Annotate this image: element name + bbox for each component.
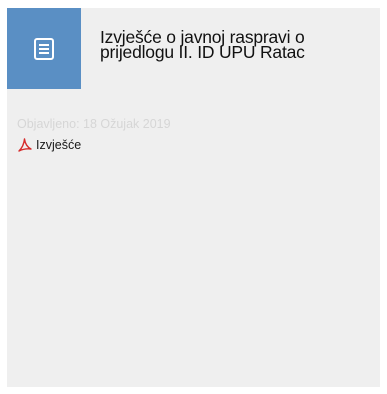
published-date: Objavljeno: 18 Ožujak 2019 xyxy=(17,117,171,131)
card-body: Objavljeno: 18 Ožujak 2019 Izvješće xyxy=(17,116,370,153)
card-title[interactable]: Izvješće o javnoj raspravi o prijedlogu … xyxy=(100,28,370,62)
card-title-line-2: prijedlogu II. ID UPU Ratac xyxy=(100,42,305,62)
document-icon xyxy=(34,37,54,60)
card-header: Izvješće o javnoj raspravi o prijedlogu … xyxy=(7,8,380,89)
publication-card: Izvješće o javnoj raspravi o prijedlogu … xyxy=(7,8,380,387)
attachment-label: Izvješće xyxy=(36,138,82,152)
attachment-link-izvjesce[interactable]: Izvješće xyxy=(17,137,370,153)
pdf-icon xyxy=(17,137,33,153)
header-icon-box xyxy=(7,8,81,89)
